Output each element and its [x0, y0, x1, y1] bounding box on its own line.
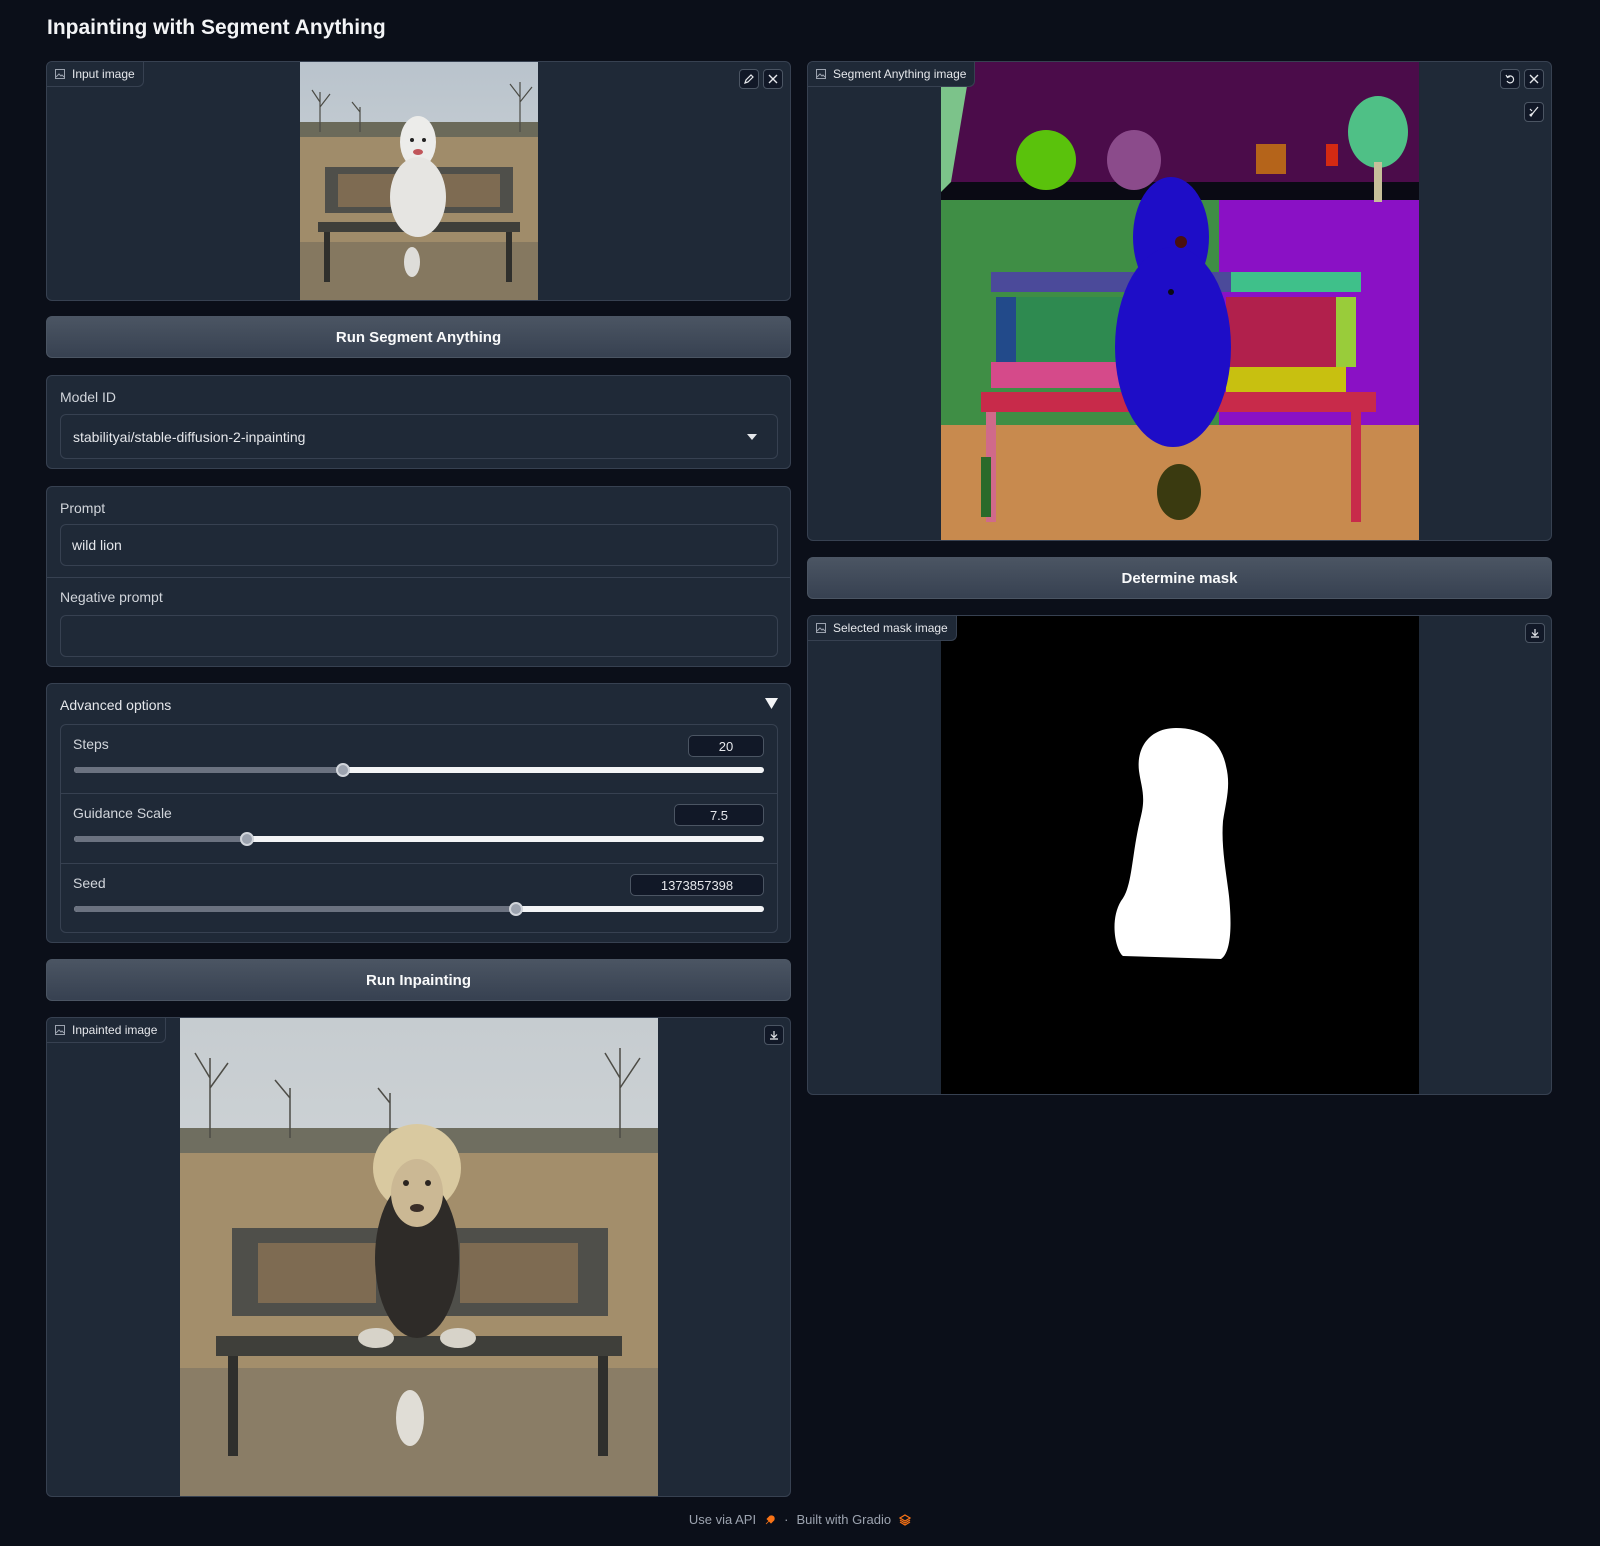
inpainted-photo — [180, 1018, 658, 1496]
download-icon — [1531, 629, 1539, 638]
seed-slider-fill — [74, 906, 516, 912]
input-image-label-text: Input image — [72, 67, 135, 81]
seed-slider-thumb[interactable] — [508, 902, 523, 916]
undo-button[interactable] — [1500, 69, 1520, 89]
guidance-label: Guidance Scale — [73, 805, 172, 821]
page-title: Inpainting with Segment Anything — [47, 16, 386, 39]
close-icon — [1529, 74, 1539, 84]
prompt-input[interactable]: wild lion — [60, 524, 778, 566]
rocket-icon — [765, 1514, 775, 1524]
input-image-panel[interactable]: Input image — [46, 61, 791, 301]
steps-slider-fill — [74, 767, 344, 773]
seed-number-input[interactable]: 1373857398 — [630, 874, 764, 896]
inpainted-image-panel[interactable]: Inpainted image — [46, 1017, 791, 1497]
mask-image-label-text: Selected mask image — [833, 621, 948, 635]
segment-image-label-text: Segment Anything image — [833, 67, 967, 81]
brush-icon — [1529, 106, 1539, 117]
negative-prompt-input[interactable] — [60, 615, 778, 657]
edit-button[interactable] — [739, 69, 759, 89]
undo-icon — [1505, 74, 1515, 84]
guidance-slider[interactable] — [74, 832, 764, 846]
guidance-number-input[interactable]: 7.5 — [674, 804, 764, 826]
image-icon — [816, 623, 826, 633]
input-photo — [300, 62, 538, 300]
run-inpainting-button[interactable]: Run Inpainting — [46, 959, 791, 1001]
inpainted-image-label-text: Inpainted image — [72, 1023, 158, 1037]
negative-prompt-label: Negative prompt — [60, 589, 163, 605]
segment-anything-panel[interactable]: Segment Anything image — [807, 61, 1552, 541]
use-via-api-link[interactable]: Use via API — [689, 1512, 756, 1527]
selected-mask-panel[interactable]: Selected mask image — [807, 615, 1552, 1095]
advanced-options-panel: Advanced options Steps 20 Guidance Scale… — [46, 683, 791, 943]
model-id-value: stabilityai/stable-diffusion-2-inpaintin… — [73, 428, 306, 445]
prompt-value: wild lion — [72, 537, 122, 553]
download-button[interactable] — [764, 1025, 784, 1045]
run-segment-anything-button[interactable]: Run Segment Anything — [46, 316, 791, 358]
built-with-gradio-link[interactable]: Built with Gradio — [796, 1512, 891, 1527]
steps-slider-thumb[interactable] — [336, 763, 351, 777]
brush-button[interactable] — [1524, 102, 1544, 122]
prompt-panel: Prompt wild lion Negative prompt — [46, 486, 791, 667]
collapse-triangle-icon — [765, 698, 778, 709]
model-id-panel: Model ID stabilityai/stable-diffusion-2-… — [46, 375, 791, 469]
mask-image-label: Selected mask image — [808, 616, 957, 641]
image-icon — [816, 69, 826, 79]
guidance-slider-thumb[interactable] — [239, 832, 254, 846]
clear-button[interactable] — [1524, 69, 1544, 89]
input-image-label: Input image — [47, 62, 144, 87]
advanced-options-title: Advanced options — [60, 697, 172, 713]
prompt-divider — [47, 577, 790, 578]
advanced-options-header[interactable]: Advanced options — [47, 684, 790, 724]
download-button[interactable] — [1525, 623, 1545, 643]
footer-separator: · — [784, 1512, 789, 1527]
close-icon — [768, 74, 778, 84]
steps-label: Steps — [73, 736, 109, 752]
download-icon — [770, 1031, 778, 1040]
steps-number-input[interactable]: 20 — [688, 735, 764, 757]
inpainted-image-label: Inpainted image — [47, 1018, 167, 1043]
seed-slider[interactable] — [74, 902, 764, 916]
image-icon — [55, 1025, 65, 1035]
dropdown-caret-icon — [747, 434, 757, 440]
guidance-slider-fill — [74, 836, 247, 842]
steps-divider — [61, 793, 777, 794]
determine-mask-button[interactable]: Determine mask — [807, 557, 1552, 599]
segmentation-map — [941, 62, 1419, 540]
advanced-options-body: Steps 20 Guidance Scale 7.5 Seed 1373857… — [60, 724, 778, 933]
model-id-dropdown[interactable]: stabilityai/stable-diffusion-2-inpaintin… — [60, 414, 778, 459]
image-icon — [55, 69, 65, 79]
guidance-divider — [61, 863, 777, 864]
prompt-label: Prompt — [60, 500, 106, 516]
model-id-label: Model ID — [60, 389, 117, 405]
edit-icon — [744, 74, 754, 84]
steps-slider[interactable] — [74, 763, 764, 777]
clear-button[interactable] — [763, 69, 783, 89]
footer: Use via API · Built with Gradio — [0, 1512, 1600, 1527]
segment-image-label: Segment Anything image — [808, 62, 976, 87]
mask-image — [941, 616, 1419, 1094]
seed-label: Seed — [73, 875, 106, 891]
gradio-logo-icon — [899, 1513, 912, 1526]
